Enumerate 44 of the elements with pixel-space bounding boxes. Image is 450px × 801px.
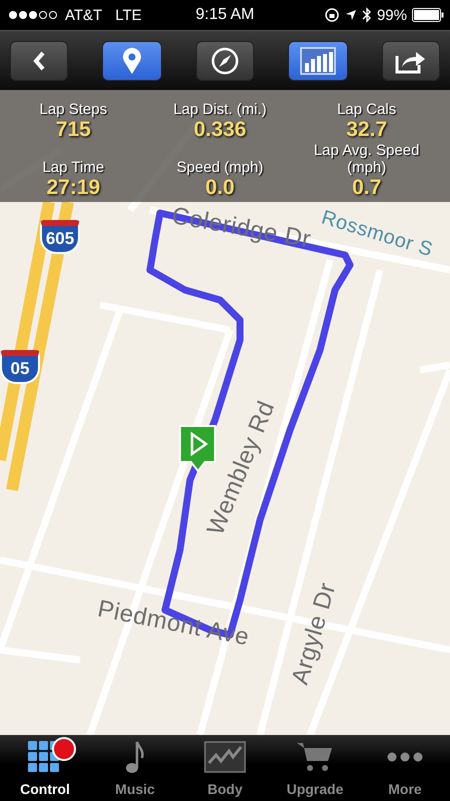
tab[interactable]: Music [90, 735, 180, 801]
street-label: Coleridge Dr [170, 202, 313, 254]
bar-chart-icon [300, 46, 336, 74]
tab[interactable]: Control [0, 735, 90, 801]
map-pin-icon [122, 46, 142, 74]
clock-time: 9:15 AM [196, 6, 254, 24]
interstate-shield: 05 [0, 350, 40, 384]
share-button[interactable] [382, 40, 440, 80]
more-icon [387, 752, 423, 762]
stat-value: 0.0 [205, 176, 235, 200]
tab[interactable]: Body [180, 735, 270, 801]
battery-percent: 99% [376, 6, 407, 24]
shopping-cart-icon [296, 741, 334, 773]
location-arrow-icon [344, 9, 357, 21]
back-button[interactable] [10, 40, 68, 80]
rotation-lock-icon [324, 7, 340, 23]
bluetooth-icon [362, 7, 372, 23]
stat-label: Lap Avg. Speed (mph) [312, 142, 420, 176]
stat-value: 32.7 [346, 118, 388, 142]
pin-button[interactable] [102, 40, 162, 80]
compass-icon [211, 46, 239, 74]
carrier-name: AT&T [65, 6, 102, 24]
compass-button[interactable] [196, 40, 254, 80]
street-label: Argyle Dr [286, 580, 342, 688]
stat-label: Lap Dist. (mi.) [173, 100, 267, 118]
street-label: Piedmont Ave [95, 595, 252, 652]
chart-button[interactable] [288, 40, 348, 80]
music-note-icon [125, 740, 145, 774]
tab[interactable]: More [360, 735, 450, 801]
stat-value: 0.7 [352, 176, 382, 200]
interstate-shield: 605 [40, 220, 80, 254]
stat-label: Lap Steps [40, 100, 108, 118]
back-icon [32, 50, 46, 72]
stat-label: Speed (mph) [176, 159, 264, 176]
tab[interactable]: Upgrade [270, 735, 360, 801]
stat-label: Lap Cals [337, 100, 396, 118]
battery-icon [412, 8, 444, 22]
stat-label: Lap Time [42, 159, 104, 176]
stat-value: 715 [56, 118, 91, 142]
network-type: LTE [115, 6, 142, 24]
stat-value: 27:19 [46, 176, 100, 200]
signal-icon [8, 10, 60, 20]
line-chart-icon [204, 741, 246, 773]
stat-value: 0.336 [194, 118, 246, 142]
